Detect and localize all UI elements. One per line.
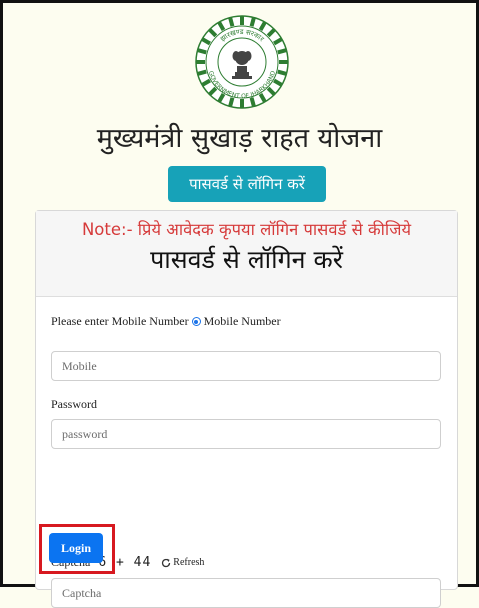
jharkhand-emblem: झारखण्ड सरकार GOVERNMENT OF JHARKHAND: [194, 14, 290, 110]
mobile-prompt-label: Please enter Mobile Number: [51, 314, 189, 328]
password-login-button[interactable]: पासवर्ड से लॉगिन करें: [168, 166, 326, 202]
password-label: Password: [51, 397, 98, 411]
mobile-number-radio-label: Mobile Number: [203, 314, 281, 328]
mobile-input[interactable]: [51, 351, 441, 381]
page-title: मुख्यमंत्री सुखाड़ राहत योजना: [96, 123, 383, 154]
login-button[interactable]: Login: [49, 533, 103, 563]
emblem-icon: झारखण्ड सरकार GOVERNMENT OF JHARKHAND: [195, 15, 289, 109]
captcha-input[interactable]: [51, 578, 441, 608]
refresh-label: Refresh: [173, 557, 205, 568]
mobile-number-radio[interactable]: [191, 317, 201, 326]
mobile-prompt-row: Please enter Mobile Number Mobile Number: [51, 314, 281, 329]
note-text: Note:- प्रिये आवेदक कृपया लॉगिन पासवर्ड …: [81, 220, 412, 239]
card-header: Note:- प्रिये आवेदक कृपया लॉगिन पासवर्ड …: [36, 211, 457, 297]
card-title: पासवर्ड से लॉगिन करें: [150, 245, 343, 274]
password-input[interactable]: [51, 419, 441, 449]
refresh-captcha-button[interactable]: Refresh: [161, 557, 204, 568]
refresh-icon: [162, 558, 171, 567]
